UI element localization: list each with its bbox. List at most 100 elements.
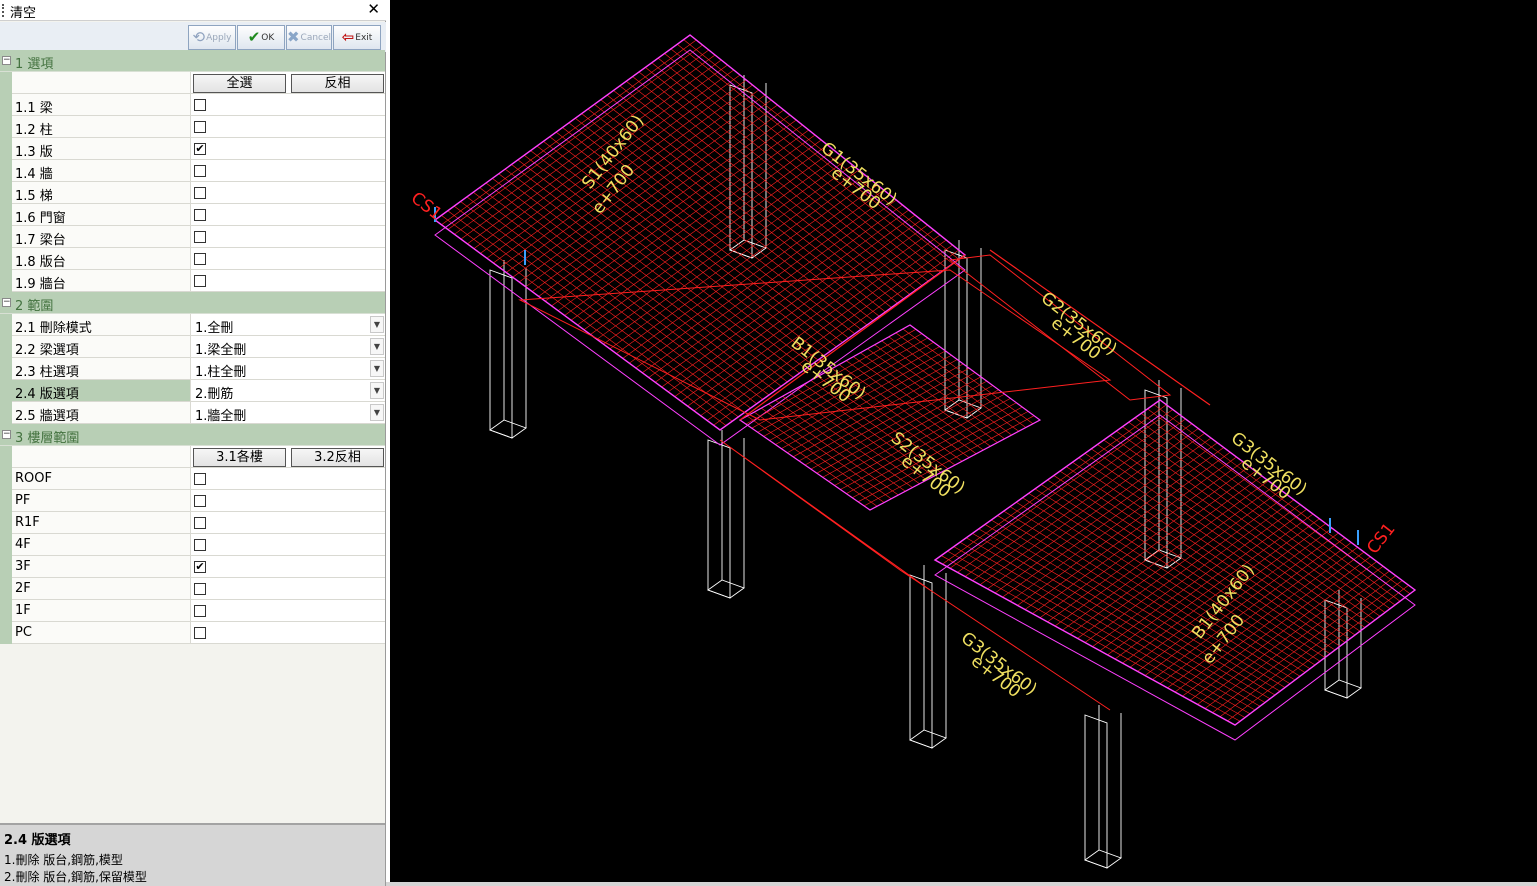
collapse-icon[interactable]: − xyxy=(2,298,11,307)
row-gutter xyxy=(0,226,12,248)
range-label: 2.3 柱選項 xyxy=(12,358,191,380)
row-gutter xyxy=(0,182,12,204)
floor-invert-button[interactable]: 3.2反相 xyxy=(291,448,384,467)
row-gutter xyxy=(0,534,12,556)
range-dropdown[interactable]: 1.梁全刪 ▼ xyxy=(191,336,385,358)
range-row: 2.5 牆選項 1.牆全刪 ▼ xyxy=(0,402,385,424)
cancel-label: Cancel xyxy=(300,32,332,43)
category-title: 3 樓層範圍 xyxy=(15,431,80,446)
row-gutter xyxy=(0,160,12,182)
checkbox[interactable] xyxy=(194,275,206,287)
option-label: 1.7 梁台 xyxy=(12,226,191,248)
collapse-icon[interactable]: − xyxy=(2,430,11,439)
checkbox[interactable] xyxy=(194,473,206,485)
category-title: 1 選項 xyxy=(15,57,54,72)
category-floor-range[interactable]: − 3 樓層範圍 xyxy=(0,424,385,446)
option-row: 1.6 門窗 xyxy=(0,204,385,226)
slab-rebar-mesh xyxy=(454,49,709,235)
option-value xyxy=(191,534,385,556)
option-label: 2F xyxy=(12,578,191,600)
chevron-down-icon[interactable]: ▼ xyxy=(370,338,384,355)
range-dropdown[interactable]: 1.柱全刪 ▼ xyxy=(191,358,385,380)
3d-viewport[interactable]: G1(35x60) e+700 G2(35x60) e+700 G3(35x60) e+7… xyxy=(390,0,1537,882)
chevron-down-icon[interactable]: ▼ xyxy=(370,360,384,377)
clear-panel: 清空 ✕ ⟲ Apply ✔ OK ✖ Cancel ⇦ Exit − 1 選項 xyxy=(0,0,386,886)
chevron-down-icon[interactable]: ▼ xyxy=(370,404,384,421)
option-row: PC xyxy=(0,622,385,644)
row-gutter xyxy=(0,270,12,292)
range-row: 2.1 刪除模式 1.全刪 ▼ xyxy=(0,314,385,336)
slab-rebar-mesh xyxy=(629,184,878,364)
ok-button[interactable]: ✔ OK xyxy=(237,25,285,50)
panel-title: 清空 xyxy=(10,6,37,21)
slab-rebar-mesh xyxy=(994,437,1212,594)
invert-button[interactable]: 反相 xyxy=(291,74,384,93)
checkbox[interactable]: ✔ xyxy=(194,143,206,155)
exit-button[interactable]: ⇦ Exit xyxy=(333,25,381,50)
row-gutter xyxy=(0,314,12,336)
checkbox[interactable] xyxy=(194,583,206,595)
row-gutter xyxy=(0,490,12,512)
option-value: ✔ xyxy=(191,556,385,578)
dropdown-value: 1.牆全刪 xyxy=(195,409,247,424)
category-range[interactable]: − 2 範圍 xyxy=(0,292,385,314)
option-value xyxy=(191,204,385,226)
checkbox[interactable]: ✔ xyxy=(194,561,206,573)
row-value: 3.1各樓 3.2反相 xyxy=(191,446,385,468)
category-title: 2 範圍 xyxy=(15,299,54,314)
range-dropdown[interactable]: 2.刪筋 ▼ xyxy=(191,380,385,402)
option-label: 1.3 版 xyxy=(12,138,191,160)
checkbox[interactable] xyxy=(194,165,206,177)
checkbox[interactable] xyxy=(194,187,206,199)
close-icon[interactable]: ✕ xyxy=(367,0,380,18)
option-row: 1.1 梁 xyxy=(0,94,385,116)
slab-rebar-mesh xyxy=(525,104,778,288)
checkbox[interactable] xyxy=(194,209,206,221)
checkbox[interactable] xyxy=(194,253,206,265)
range-label: 2.4 版選項 xyxy=(12,380,191,402)
grip-handle-icon[interactable] xyxy=(2,4,5,17)
cancel-button[interactable]: ✖ Cancel xyxy=(286,25,332,50)
checkbox[interactable] xyxy=(194,539,206,551)
slab-rebar-mesh xyxy=(609,169,859,350)
select-all-button[interactable]: 全選 xyxy=(193,74,286,93)
chevron-down-icon[interactable]: ▼ xyxy=(370,316,384,333)
slab-rebar-mesh xyxy=(447,44,703,230)
checkbox[interactable] xyxy=(194,605,206,617)
collapse-icon[interactable]: − xyxy=(2,56,11,65)
option-row: 3F ✔ xyxy=(0,556,385,578)
column-outline xyxy=(909,574,933,749)
description-pane: 2.4 版選項 1.刪除 版台,鋼筋,模型 2.刪除 版台,鋼筋,保留模型 xyxy=(0,823,385,886)
structure-wireframe: G1(35x60)e+700G2(35x60)e+700G3(35x60)e+7… xyxy=(407,34,1417,869)
option-label: 3F xyxy=(12,556,191,578)
option-value xyxy=(191,578,385,600)
option-value xyxy=(191,248,385,270)
checkbox[interactable] xyxy=(194,495,206,507)
option-label: ROOF xyxy=(12,468,191,490)
apply-button[interactable]: ⟲ Apply xyxy=(188,25,236,50)
option-row: 1.4 牆 xyxy=(0,160,385,182)
description-line: 1.刪除 版台,鋼筋,模型 xyxy=(4,853,123,867)
option-label: 4F xyxy=(12,534,191,556)
option-label: 1.4 牆 xyxy=(12,160,191,182)
range-dropdown[interactable]: 1.牆全刪 ▼ xyxy=(191,402,385,424)
checkbox[interactable] xyxy=(194,517,206,529)
checkbox[interactable] xyxy=(194,99,206,111)
slab-rebar-mesh xyxy=(596,159,847,340)
option-value xyxy=(191,182,385,204)
checkbox[interactable] xyxy=(194,627,206,639)
apply-icon: ⟲ xyxy=(192,28,206,46)
category-options[interactable]: − 1 選項 xyxy=(0,50,385,72)
apply-label: Apply xyxy=(206,32,232,43)
option-value xyxy=(191,94,385,116)
each-floor-button[interactable]: 3.1各樓 xyxy=(193,448,286,467)
slab-rebar-mesh xyxy=(1077,490,1282,639)
slab-rebar-mesh xyxy=(1002,442,1218,598)
checkbox[interactable] xyxy=(194,121,206,133)
chevron-down-icon[interactable]: ▼ xyxy=(370,382,384,399)
column-outline xyxy=(1324,679,1362,699)
slab-rebar-mesh xyxy=(1009,447,1224,602)
slab-rebar-mesh xyxy=(949,409,1173,569)
checkbox[interactable] xyxy=(194,231,206,243)
range-dropdown[interactable]: 1.全刪 ▼ xyxy=(191,314,385,336)
